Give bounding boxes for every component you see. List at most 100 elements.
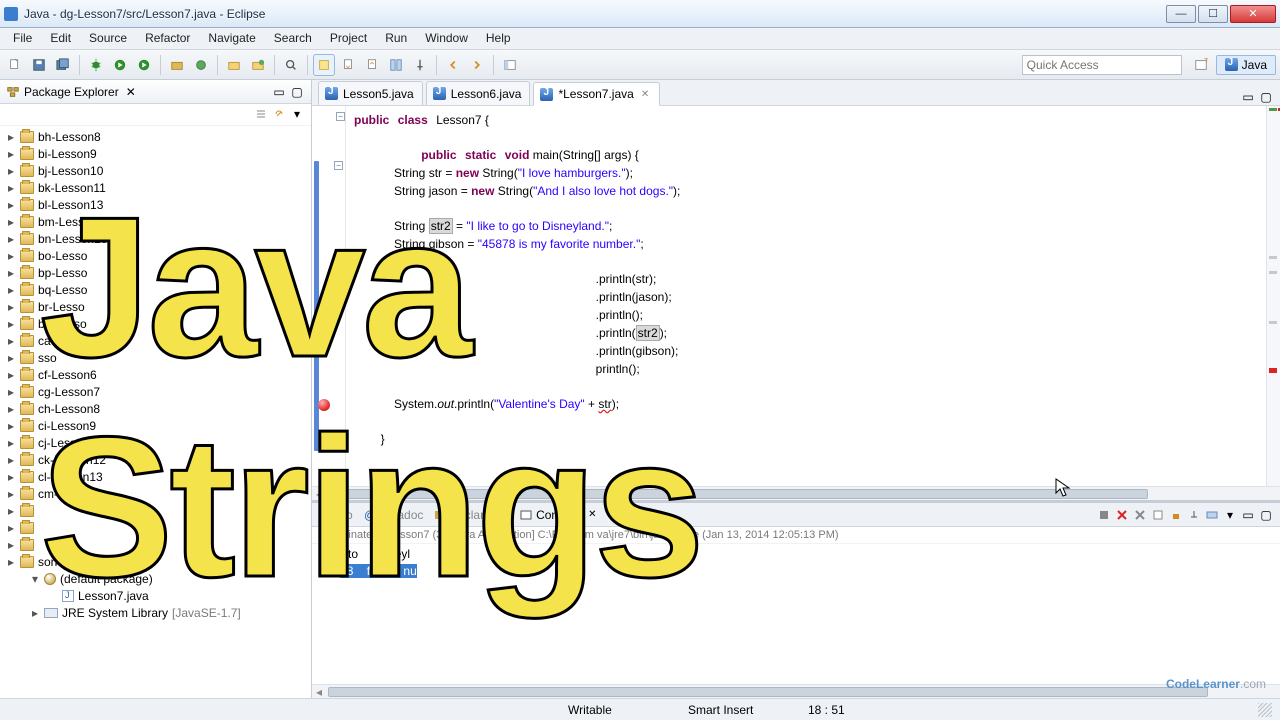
toggle-mark-button[interactable]: [313, 54, 335, 76]
prev-ann-button[interactable]: [361, 54, 383, 76]
code-area[interactable]: public class Lesson7 { public static voi…: [346, 106, 1266, 486]
project-row[interactable]: ▸bk-Lesson11: [0, 179, 311, 196]
fwd-button[interactable]: [466, 54, 488, 76]
console-scrolllock-button[interactable]: [1168, 507, 1184, 523]
project-row[interactable]: ▸bi-Lesson9: [0, 145, 311, 162]
code-editor[interactable]: − − public class Lesson7 { public static…: [312, 106, 1280, 486]
project-row[interactable]: ▸: [0, 502, 311, 519]
console-pin-button[interactable]: [1186, 507, 1202, 523]
close-button[interactable]: ✕: [1230, 5, 1276, 23]
link-editor-button[interactable]: [271, 106, 287, 122]
open-perspective-button[interactable]: +: [1190, 54, 1212, 76]
project-row[interactable]: ▸bj-Lesson10: [0, 162, 311, 179]
project-row[interactable]: ▸bp-Lesso: [0, 264, 311, 281]
perspective-button[interactable]: [499, 54, 521, 76]
project-row[interactable]: ▸ sso: [0, 349, 311, 366]
tab-console[interactable]: Console✕: [520, 508, 596, 522]
menu-help[interactable]: Help: [477, 28, 520, 49]
menu-source[interactable]: Source: [80, 28, 136, 49]
view-menu-button[interactable]: ▾: [289, 106, 305, 122]
menu-refactor[interactable]: Refactor: [136, 28, 199, 49]
console-hscroll[interactable]: ◂: [312, 684, 1280, 698]
menu-project[interactable]: Project: [321, 28, 376, 49]
project-row[interactable]: ▸son6: [0, 553, 311, 570]
project-row[interactable]: ▸cj-Lesson10: [0, 434, 311, 451]
tab-problems[interactable]: Pro: [318, 508, 353, 522]
console-min-button[interactable]: ▭: [1240, 507, 1256, 523]
openfolder-button[interactable]: [223, 54, 245, 76]
view-max-button[interactable]: ▢: [289, 84, 305, 100]
tree-row[interactable]: Lesson7.java: [0, 587, 311, 604]
project-row[interactable]: ▸cl-Lesson13: [0, 468, 311, 485]
close-tab-icon[interactable]: ✕: [639, 89, 651, 100]
view-min-button[interactable]: ▭: [271, 84, 287, 100]
console-display-button[interactable]: [1204, 507, 1220, 523]
console-output[interactable]: lik to to eyl 45878 fa nu: [312, 544, 1280, 684]
project-row[interactable]: ▸bm-Lesson14: [0, 213, 311, 230]
project-tree[interactable]: ▸bh-Lesson8▸bi-Lesson9▸bj-Lesson10▸bk-Le…: [0, 126, 311, 698]
project-row[interactable]: ▸: [0, 536, 311, 553]
runlast-button[interactable]: [133, 54, 155, 76]
project-row[interactable]: ▸ch-Lesson8: [0, 400, 311, 417]
tab-lesson5[interactable]: Lesson5.java: [318, 81, 423, 105]
console-stopremove-button[interactable]: [1096, 507, 1112, 523]
project-row[interactable]: ▸br-Lesso: [0, 298, 311, 315]
tree-row[interactable]: ▾(default package): [0, 570, 311, 587]
console-max-button[interactable]: ▢: [1258, 507, 1274, 523]
save-button[interactable]: [28, 54, 50, 76]
project-row[interactable]: ▸bh-Lesson8: [0, 128, 311, 145]
collapse-all-button[interactable]: [253, 106, 269, 122]
maximize-button[interactable]: ☐: [1198, 5, 1228, 23]
menu-file[interactable]: File: [4, 28, 41, 49]
project-row[interactable]: ▸ck-Lesson12: [0, 451, 311, 468]
minimize-button[interactable]: —: [1166, 5, 1196, 23]
tab-declaration[interactable]: Declaration: [433, 508, 510, 522]
saveall-button[interactable]: [52, 54, 74, 76]
newclass-button[interactable]: [190, 54, 212, 76]
menu-edit[interactable]: Edit: [41, 28, 80, 49]
java-perspective-badge[interactable]: Java: [1216, 55, 1276, 75]
project-row[interactable]: ▸ca-Lesso: [0, 332, 311, 349]
menu-window[interactable]: Window: [416, 28, 477, 49]
debug-button[interactable]: [85, 54, 107, 76]
editor-min-button[interactable]: ▭: [1240, 89, 1256, 105]
search-button[interactable]: [280, 54, 302, 76]
project-row[interactable]: ▸bo-Lesso: [0, 247, 311, 264]
new-button[interactable]: [4, 54, 26, 76]
run-button[interactable]: [109, 54, 131, 76]
fold-icon[interactable]: −: [336, 112, 345, 121]
console-clear-button[interactable]: [1150, 507, 1166, 523]
console-removesome-button[interactable]: [1132, 507, 1148, 523]
console-removeall-button[interactable]: [1114, 507, 1130, 523]
tab-lesson6[interactable]: Lesson6.java: [426, 81, 531, 105]
resize-grip-icon[interactable]: [1258, 703, 1272, 717]
menu-run[interactable]: Run: [376, 28, 416, 49]
project-row[interactable]: ▸bq-Lesso: [0, 281, 311, 298]
editor-max-button[interactable]: ▢: [1258, 89, 1274, 105]
next-ann-button[interactable]: [337, 54, 359, 76]
project-row[interactable]: ▸cf-Lesson6: [0, 366, 311, 383]
opentype-button[interactable]: [247, 54, 269, 76]
pin-button[interactable]: [409, 54, 431, 76]
back-button[interactable]: [442, 54, 464, 76]
tree-row[interactable]: ▸JRE System Library [JavaSE-1.7]: [0, 604, 311, 621]
tab-javadoc[interactable]: @Javadoc: [363, 508, 424, 522]
layout-button[interactable]: [385, 54, 407, 76]
overview-ruler[interactable]: [1266, 106, 1280, 486]
newpkg-button[interactable]: [166, 54, 188, 76]
editor-hscroll[interactable]: ◂: [312, 486, 1280, 500]
tab-lesson7[interactable]: *Lesson7.java✕: [533, 82, 660, 106]
project-row[interactable]: ▸cg-Lesson7: [0, 383, 311, 400]
quick-access-input[interactable]: [1022, 55, 1182, 75]
project-row[interactable]: ▸bl-Lesson13: [0, 196, 311, 213]
project-row[interactable]: ▸: [0, 519, 311, 536]
project-row[interactable]: ▸bs-Lesso: [0, 315, 311, 332]
view-close-icon[interactable]: ✕: [123, 84, 139, 100]
project-row[interactable]: ▸ci-Lesson9: [0, 417, 311, 434]
project-row[interactable]: ▸cm-L: [0, 485, 311, 502]
console-newview-button[interactable]: ▾: [1222, 507, 1238, 523]
menu-search[interactable]: Search: [265, 28, 321, 49]
project-row[interactable]: ▸bn-Lesson15: [0, 230, 311, 247]
fold-icon[interactable]: −: [334, 161, 343, 170]
menu-navigate[interactable]: Navigate: [199, 28, 264, 49]
